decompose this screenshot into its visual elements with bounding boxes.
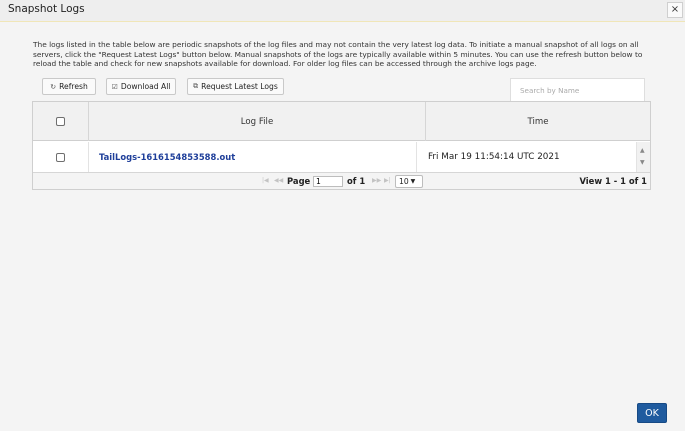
select-all-checkbox[interactable] <box>56 117 65 126</box>
page-number-input[interactable] <box>313 176 343 187</box>
refresh-button[interactable]: ↻ Refresh <box>42 78 96 95</box>
row-select-cell <box>33 142 89 172</box>
view-record-count: View 1 - 1 of 1 <box>579 176 647 186</box>
vertical-scrollbar[interactable]: ▲ ▼ <box>636 142 650 172</box>
log-time-cell: Fri Mar 19 11:54:14 UTC 2021 <box>428 152 560 162</box>
scroll-up-icon[interactable]: ▲ <box>640 147 645 154</box>
column-header-time[interactable]: Time <box>426 102 650 141</box>
chevron-down-icon: ▼ <box>410 178 416 185</box>
search-input[interactable] <box>510 78 645 102</box>
scroll-down-icon[interactable]: ▼ <box>640 159 645 166</box>
request-latest-logs-button[interactable]: ⧉ Request Latest Logs <box>187 78 284 95</box>
ok-button[interactable]: OK <box>637 403 667 423</box>
header-select-cell <box>33 102 89 141</box>
checkbox-icon: ☑ <box>111 82 118 91</box>
row-checkbox[interactable] <box>56 152 65 162</box>
page-size-select[interactable]: 10 ▼ <box>395 175 423 188</box>
copy-icon: ⧉ <box>193 82 199 90</box>
first-page-icon[interactable]: |◀ <box>262 177 269 184</box>
refresh-button-label: Refresh <box>59 82 88 91</box>
table-header: Log File Time <box>33 102 650 141</box>
refresh-icon: ↻ <box>50 82 57 91</box>
log-file-link[interactable]: TailLogs-1616154853588.out <box>99 152 235 162</box>
page-size-value: 10 <box>399 177 409 186</box>
request-latest-logs-button-label: Request Latest Logs <box>201 82 278 91</box>
column-header-log-file[interactable]: Log File <box>89 102 426 141</box>
snapshot-logs-dialog: Snapshot Logs × The logs listed in the t… <box>0 0 685 431</box>
last-page-icon[interactable]: ▶| <box>384 177 391 184</box>
download-all-button-label: Download All <box>120 82 171 91</box>
page-label: Page <box>287 176 311 186</box>
download-all-button[interactable]: ☑ Download All <box>106 78 176 95</box>
next-page-icon[interactable]: ▶▶ <box>372 177 381 184</box>
close-icon[interactable]: × <box>667 2 683 18</box>
table-row: TailLogs-1616154853588.out Fri Mar 19 11… <box>33 142 650 172</box>
previous-page-icon[interactable]: ◀◀ <box>274 177 283 184</box>
log-file-cell: TailLogs-1616154853588.out <box>89 142 417 172</box>
dialog-title: Snapshot Logs <box>8 3 85 15</box>
pager: |◀ ◀◀ Page of 1 ▶▶ ▶| 10 ▼ View 1 - 1 of… <box>33 172 650 189</box>
page-count-label: of 1 <box>347 176 366 186</box>
description-text: The logs listed in the table below are p… <box>33 40 643 69</box>
logs-table: Log File Time TailLogs-1616154853588.out… <box>32 101 651 190</box>
dialog-titlebar: Snapshot Logs × <box>0 0 685 22</box>
